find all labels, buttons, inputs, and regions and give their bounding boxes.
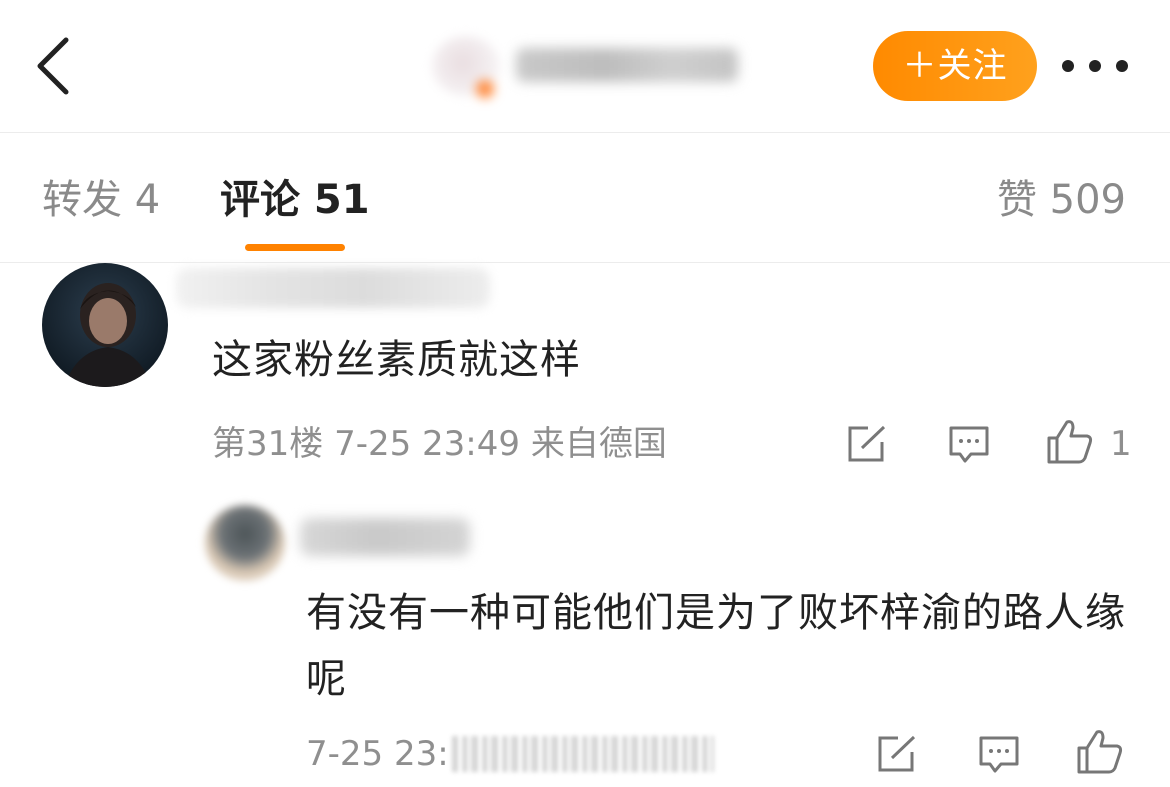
follow-button[interactable]: ＋关注 (873, 31, 1037, 101)
edit-icon (878, 735, 916, 772)
thumbs-up-icon (1077, 730, 1123, 774)
reply-button[interactable] (947, 424, 991, 468)
comment-meta: 第31楼 7-25 23:49 来自德国 (212, 424, 667, 464)
chevron-left-icon (37, 37, 69, 95)
reply-meta: 7-25 23: (306, 734, 449, 774)
comment-icon (979, 736, 1019, 773)
like-count: 1 (1110, 424, 1132, 464)
avatar[interactable] (42, 263, 168, 387)
top-bar: ＋关注 (0, 0, 1170, 133)
comment-icon (949, 426, 989, 463)
tab-like[interactable]: 赞 509 (997, 176, 1126, 224)
back-button[interactable] (30, 34, 80, 98)
tab-bar: 转发 4 评论 51 赞 509 (0, 132, 1170, 263)
edit-button[interactable] (846, 424, 888, 468)
reply-like-button[interactable] (1075, 728, 1125, 780)
more-button[interactable] (1058, 48, 1132, 84)
blurred-meta (452, 736, 714, 772)
reply-comment-button[interactable] (977, 734, 1021, 778)
reply-text: 有没有一种可能他们是为了败坏梓渝的路人缘呢 (306, 590, 1126, 702)
reply-avatar[interactable] (205, 505, 285, 581)
edit-icon (848, 425, 886, 462)
comment-text: 这家粉丝素质就这样 (212, 337, 581, 383)
blurred-username[interactable] (176, 268, 490, 308)
tab-repost[interactable]: 转发 4 (42, 176, 160, 224)
reply-edit-button[interactable] (876, 734, 918, 778)
blurred-author-name[interactable] (516, 48, 738, 82)
more-dots-icon (1062, 60, 1128, 72)
like-button[interactable] (1045, 418, 1095, 470)
blurred-reply-username[interactable] (300, 518, 470, 556)
tab-comment[interactable]: 评论 51 (220, 176, 370, 224)
active-tab-indicator (245, 244, 345, 251)
avatar-photo (42, 263, 168, 387)
blurred-author-avatar[interactable] (432, 36, 500, 96)
thumbs-up-icon (1047, 420, 1093, 464)
